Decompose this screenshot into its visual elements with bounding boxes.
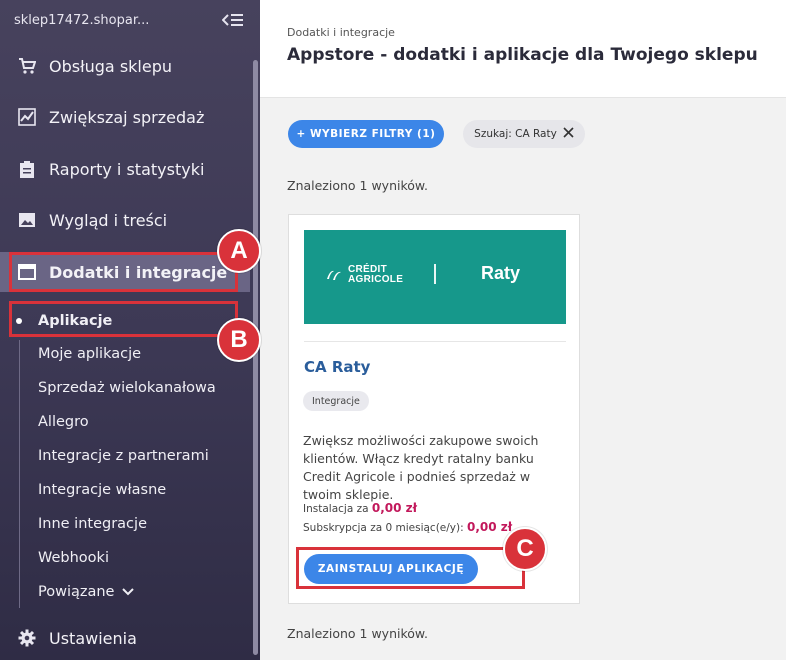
search-filter-label: Szukaj: CA Raty — [474, 128, 557, 140]
sidebar-item-raporty[interactable]: Raporty i statystyki — [0, 149, 250, 189]
callout-badge-a: A — [217, 229, 261, 273]
sidebar-item-obsluga-sklepu[interactable]: Obsługa sklepu — [0, 46, 250, 86]
app-tag: Integracje — [303, 391, 369, 411]
sidebar-item-label: Obsługa sklepu — [49, 56, 173, 76]
sidebar-item-ustawienia[interactable]: Ustawienia — [0, 618, 250, 658]
subscription-price-line: Subskrypcja za 0 miesiąc(e/y): 0,00 zł — [303, 520, 512, 534]
highlight-box-a — [9, 252, 238, 292]
submenu-item-integracje-wlasne[interactable]: Integracje własne — [38, 479, 166, 501]
banner-divider — [434, 264, 436, 284]
chart-icon — [18, 108, 36, 126]
cart-icon — [18, 57, 36, 75]
collapse-sidebar-icon[interactable] — [222, 12, 244, 28]
sidebar-scrollbar[interactable] — [253, 60, 258, 655]
submenu-item-allegro[interactable]: Allegro — [38, 411, 89, 433]
chevron-down-icon — [122, 581, 135, 603]
image-icon — [18, 211, 36, 229]
subscription-price-value: 0,00 zł — [466, 520, 513, 534]
sidebar-item-wyglad[interactable]: Wygląd i treści — [0, 200, 250, 240]
install-price-label: Instalacja za — [303, 503, 369, 515]
shop-name[interactable]: sklep17472.shopar... — [14, 13, 149, 28]
submenu-item-inne-integracje[interactable]: Inne integracje — [38, 513, 147, 535]
submenu-item-label: Powiązane — [38, 584, 115, 600]
app-name-link[interactable]: CA Raty — [304, 358, 370, 376]
callout-badge-c: C — [503, 527, 547, 571]
search-filter-chip[interactable]: Szukaj: CA Raty — [463, 120, 585, 148]
install-price-line: Instalacja za 0,00 zł — [303, 501, 417, 515]
submenu-item-integracje-z-partnerami[interactable]: Integracje z partnerami — [38, 445, 209, 467]
brand-line-2: AGRICOLE — [348, 274, 404, 285]
subscription-price-label: Subskrypcja za 0 miesiąc(e/y): — [303, 522, 464, 534]
sidebar-header: sklep17472.shopar... — [0, 0, 260, 40]
sidebar-item-label: Ustawienia — [49, 628, 137, 648]
app-banner[interactable]: CRÉDIT AGRICOLE Raty — [304, 230, 566, 324]
close-icon[interactable] — [563, 127, 574, 141]
card-divider — [304, 341, 566, 342]
results-count-bottom: Znaleziono 1 wyników. — [287, 626, 428, 641]
sidebar-item-label: Zwiększaj sprzedaż — [49, 107, 205, 127]
submenu-line — [19, 340, 20, 608]
sidebar-item-label: Raporty i statystyki — [49, 159, 205, 179]
highlight-box-c — [296, 547, 525, 589]
choose-filters-button[interactable]: + WYBIERZ FILTRY (1) — [288, 120, 444, 148]
app-description: Zwiększ możliwości zakupowe swoich klien… — [303, 433, 539, 502]
sidebar-item-label: Wygląd i treści — [49, 210, 168, 230]
submenu-item-webhooki[interactable]: Webhooki — [38, 547, 109, 569]
results-count: Znaleziono 1 wyników. — [287, 178, 428, 193]
submenu-item-powiazane[interactable]: Powiązane — [38, 581, 135, 603]
sidebar-item-zwiekszaj-sprzedaz[interactable]: Zwiększaj sprzedaż — [0, 97, 250, 137]
submenu-item-moje-aplikacje[interactable]: Moje aplikacje — [38, 343, 141, 365]
callout-badge-b: B — [217, 318, 261, 362]
gear-icon — [18, 629, 36, 647]
breadcrumb[interactable]: Dodatki i integracje — [287, 26, 395, 39]
install-price-value: 0,00 zł — [371, 501, 418, 515]
banner-product: Raty — [481, 263, 521, 283]
page-title: Appstore - dodatki i aplikacje dla Twoje… — [287, 45, 758, 65]
page-header: Dodatki i integracje Appstore - dodatki … — [260, 0, 786, 98]
highlight-box-b — [9, 301, 238, 337]
credit-agricole-logo: CRÉDIT AGRICOLE — [326, 265, 403, 285]
submenu-item-sprzedaz-wielokanalowa[interactable]: Sprzedaż wielokanałowa — [38, 377, 216, 399]
clipboard-icon — [18, 160, 36, 178]
